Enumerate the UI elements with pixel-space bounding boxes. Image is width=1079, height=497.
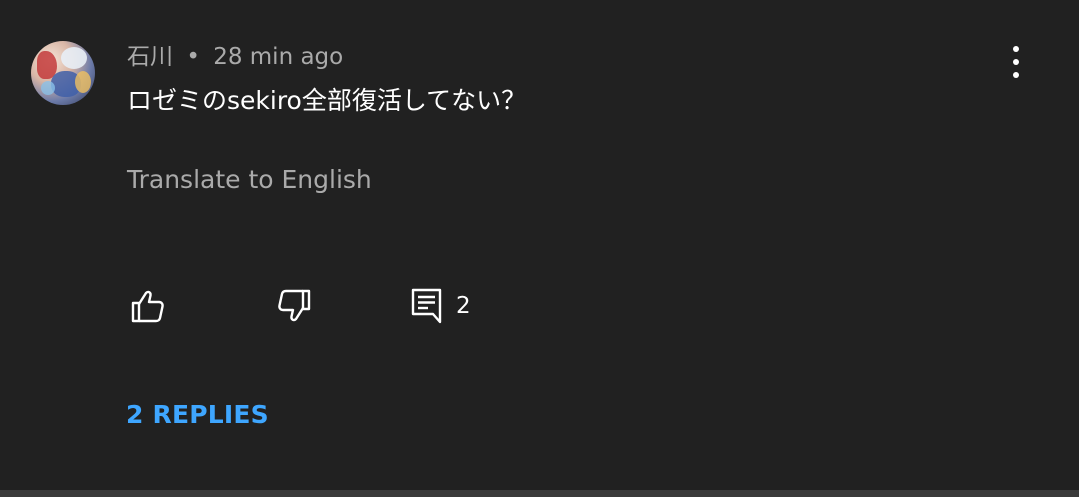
dislike-button[interactable]	[274, 286, 314, 326]
comment-timestamp: 28 min ago	[213, 44, 344, 70]
author-name[interactable]: 石川	[127, 44, 173, 70]
meta-separator: •	[186, 44, 200, 70]
comment-text: ロゼミのsekiro全部復活してない？	[127, 86, 527, 115]
like-button[interactable]	[128, 286, 168, 326]
more-options-button[interactable]	[1000, 44, 1032, 80]
comment-thread: 石川 • 28 min ago ロゼミのsekiro全部復活してない？ Tran…	[0, 0, 1079, 490]
reply-button[interactable]	[408, 286, 448, 326]
thumbs-down-icon	[278, 289, 311, 322]
reply-count: 2	[456, 293, 471, 319]
comment-meta: 石川 • 28 min ago	[127, 42, 343, 72]
avatar[interactable]	[31, 41, 95, 105]
translate-link[interactable]: Translate to English	[127, 163, 372, 197]
divider	[0, 490, 1079, 497]
view-replies-button[interactable]: 2 REPLIES	[126, 398, 269, 432]
comment-icon	[411, 288, 442, 324]
thumbs-up-icon	[131, 290, 164, 323]
